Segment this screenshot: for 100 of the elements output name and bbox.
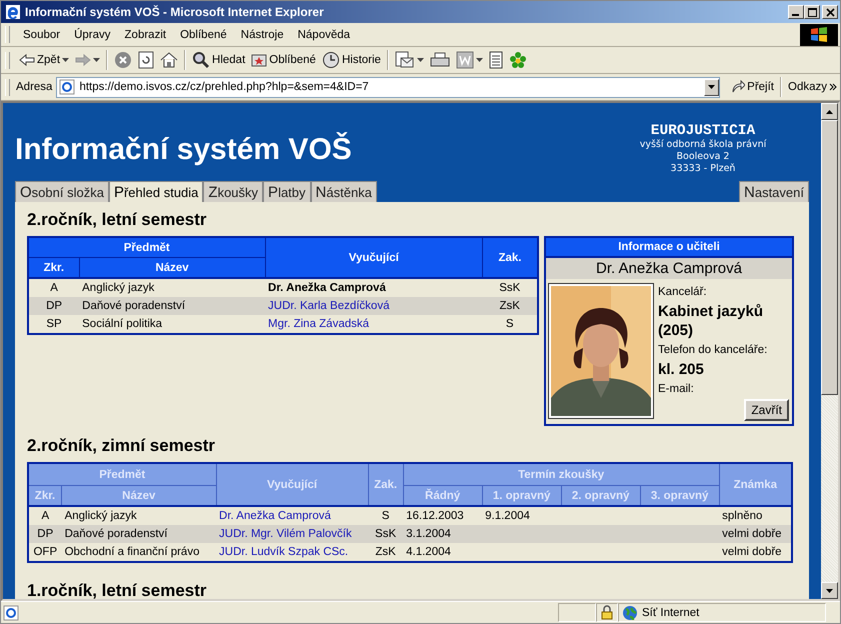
zone-label: Síť Internet (642, 606, 700, 618)
field-label: E-mail: (658, 383, 695, 395)
scroll-down-icon (826, 588, 833, 592)
minimize-button[interactable] (788, 5, 804, 19)
menu-item[interactable]: Zobrazit (118, 26, 174, 42)
forward-arrow-icon (75, 53, 92, 67)
links-button[interactable]: Odkazy (785, 80, 840, 94)
tab[interactable]: Nástěnka (310, 181, 377, 202)
section-heading: 2.ročník, zimní semestr (27, 436, 216, 456)
teacher-link[interactable]: JUDr. Ludvík Szpak CSc. (216, 543, 368, 562)
history-button[interactable]: Historie (318, 50, 384, 70)
column-header: Řádný (403, 486, 482, 506)
tab[interactable]: Osobní složka (15, 181, 109, 202)
maximize-button[interactable] (804, 5, 820, 19)
table-cell: DP (28, 525, 62, 543)
menu-item[interactable]: Soubor (16, 26, 68, 42)
table-cell: Anglický jazyk (79, 278, 266, 297)
table-cell: 16.12.2003 (403, 506, 482, 525)
section-heading: 2.ročník, letní semestr (27, 210, 208, 230)
table-cell: Obchodní a finanční právo (62, 543, 216, 562)
section-heading: 1.ročník, letní semestr (27, 581, 208, 599)
globe-icon (622, 604, 638, 620)
column-header: Vyučující (265, 237, 482, 278)
school-info: Booleova 2 (676, 151, 730, 163)
page-icon (59, 79, 76, 95)
school-info: 33333 - Plzeň (670, 163, 736, 175)
teacher-link[interactable]: JUDr. Karla Bezdíčková (265, 297, 482, 315)
flower-icon (508, 51, 527, 69)
favorites-button[interactable]: Oblíbené (248, 51, 319, 69)
menu-item[interactable]: Nápověda (290, 26, 358, 42)
teacher-name: Dr. Anežka Camprová (546, 258, 792, 279)
menu-item[interactable]: Oblíbené (173, 26, 234, 42)
column-header: Vyučující (216, 463, 368, 506)
window-title: Informační systém VOŠ - Microsoft Internet Explorer (25, 5, 325, 19)
menu-item[interactable]: Nástroje (234, 26, 291, 42)
stop-icon (114, 51, 132, 69)
search-button[interactable]: Hledat (189, 50, 248, 70)
column-header: 1. opravný (482, 486, 562, 506)
field-value: kl. 205 (658, 360, 705, 379)
table-cell: SP (28, 315, 80, 334)
field-label: Telefon do kanceláře: (658, 344, 768, 356)
table-cell: SsK (482, 278, 538, 297)
field-label: Kancelář: (658, 286, 708, 298)
teacher-link[interactable]: Mgr. Zina Závadská (265, 315, 482, 334)
star-folder-icon (251, 52, 268, 68)
table-cell: DP (28, 297, 80, 315)
school-info: vyšší odborná škola právní (638, 139, 768, 151)
document-w-icon (456, 51, 474, 69)
caret-icon (476, 58, 483, 62)
table-cell: splněno (719, 506, 792, 525)
table-cell: ZsK (482, 297, 538, 315)
column-header: Zkr. (28, 258, 80, 278)
table-cell: SsK (368, 525, 404, 543)
close-button[interactable] (822, 5, 838, 19)
address-label: Adresa (16, 81, 52, 93)
table-cell: A (28, 506, 62, 525)
dropdown-button[interactable] (704, 78, 720, 96)
table-cell: 4.1.2004 (403, 543, 482, 562)
go-button[interactable]: Přejít (728, 79, 777, 95)
column-header: Zkr. (28, 486, 62, 506)
teacher-link[interactable]: JUDr. Mgr. Vilém Palovčík (216, 525, 368, 543)
back-arrow-icon (19, 53, 35, 67)
column-header: Předmět (28, 237, 266, 258)
table-cell: 9.1.2004 (482, 506, 562, 525)
column-header: Termín zkoušky (403, 463, 720, 486)
teacher-link[interactable]: Dr. Anežka Camprová (216, 506, 368, 525)
page-title: Informační systém VOŠ (15, 133, 352, 168)
browser-icon (5, 4, 21, 20)
column-header: Zak. (482, 237, 538, 278)
table-cell: Daňové poradenství (62, 525, 216, 543)
search-icon (192, 51, 210, 69)
clock-icon (322, 51, 340, 69)
panel-title: Informace o učiteli (546, 238, 792, 258)
table-cell: S (368, 506, 404, 525)
tab[interactable]: Zkoušky (203, 181, 264, 202)
table-cell: 3.1.2004 (403, 525, 482, 543)
close-icon (826, 8, 834, 16)
back-button[interactable]: Zpět (16, 52, 72, 68)
table-cell: velmi dobře (719, 525, 792, 543)
close-button[interactable]: Zavřít (744, 399, 789, 421)
column-header: Název (62, 486, 216, 506)
tab[interactable]: Platby (263, 181, 311, 202)
school-name: EUROJUSTICIA (650, 123, 756, 139)
scroll-up-icon (826, 110, 833, 114)
menu-item[interactable]: Úpravy (67, 26, 118, 42)
table-cell: Daňové poradenství (79, 297, 266, 315)
column-header: Název (79, 258, 266, 278)
mail-icon (394, 51, 415, 69)
field-value: Kabinet jazyků (205) (658, 302, 764, 340)
column-header: Předmět (28, 463, 216, 486)
table-cell: A (28, 278, 80, 297)
caret-icon (93, 58, 100, 62)
table-cell: Anglický jazyk (62, 506, 216, 525)
refresh-icon (138, 51, 154, 69)
padlock-icon (601, 605, 613, 620)
address-field[interactable]: https://demo.isvos.cz/cz/prehled.php?hlp=&sem=4&ID=7 (56, 76, 720, 98)
home-icon (160, 52, 178, 68)
settings-tab[interactable]: Nastavení (739, 181, 809, 202)
tab[interactable]: Přehled studia (108, 181, 204, 202)
scrollbar[interactable] (821, 103, 838, 599)
